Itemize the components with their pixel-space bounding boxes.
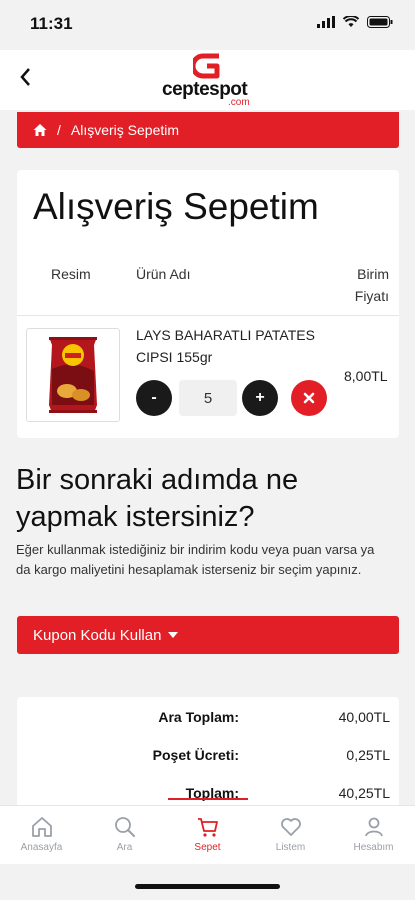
next-step-title: Bir sonraki adımda ne yapmak istersiniz? xyxy=(16,464,299,533)
status-time: 11:31 xyxy=(30,14,73,33)
product-name[interactable]: LAYS BAHARATLI PATATES CIPSI 155gr xyxy=(136,324,336,368)
decrement-label: - xyxy=(151,389,157,406)
chevron-left-icon xyxy=(20,68,30,86)
home-indicator xyxy=(135,884,280,889)
home-icon[interactable] xyxy=(33,123,47,137)
cart-card: Alışveriş Sepetim Resim Ürün Adı Birim F… xyxy=(17,170,399,438)
remove-item-button[interactable] xyxy=(291,380,327,416)
search-icon xyxy=(114,817,135,837)
wifi-icon xyxy=(343,16,359,27)
nav-label-search: Ara xyxy=(116,842,133,853)
nav-item-home[interactable]: Anasayfa xyxy=(0,806,83,864)
coupon-code-label: Kupon Kodu Kullan xyxy=(33,626,162,644)
heart-icon xyxy=(280,818,301,836)
coupon-code-button[interactable]: Kupon Kodu Kullan xyxy=(17,616,399,654)
nav-label-list: Listem xyxy=(275,842,306,853)
unit-price: 8,00TL xyxy=(344,368,388,384)
subtotal-label: Ara Toplam: xyxy=(158,709,239,725)
subtotal-value: 40,00TL xyxy=(338,709,390,725)
nav-label-home: Anasayfa xyxy=(20,842,63,853)
totals-card: Ara Toplam: 40,00TL Poşet Ücreti: 0,25TL… xyxy=(17,697,399,817)
product-image[interactable] xyxy=(26,328,120,422)
logo-subtext: .com xyxy=(228,97,250,108)
signal-icon xyxy=(317,16,335,28)
chips-bag-image xyxy=(49,337,97,413)
quantity-input[interactable] xyxy=(179,380,237,416)
column-header-product: Ürün Adı xyxy=(136,266,191,282)
increment-button[interactable]: + xyxy=(242,380,278,416)
user-icon xyxy=(364,817,383,837)
nav-item-search[interactable]: Ara xyxy=(83,806,166,864)
nav-item-cart[interactable]: Sepet xyxy=(166,806,249,864)
close-icon xyxy=(303,392,315,404)
status-bar: 11:31 xyxy=(0,0,415,50)
brand-logo[interactable]: ceptespot .com xyxy=(160,53,260,109)
column-header-price-line2: Fiyatı xyxy=(354,288,389,304)
breadcrumb-current: Alışveriş Sepetim xyxy=(70,122,180,138)
table-divider xyxy=(17,315,399,316)
nav-label-cart: Sepet xyxy=(194,842,221,853)
bag-fee-value: 0,25TL xyxy=(346,747,390,763)
cart-icon xyxy=(197,818,218,837)
bottom-nav: Anasayfa Ara Sepet Listem Hesabım xyxy=(0,805,415,864)
breadcrumb-separator: / xyxy=(57,122,61,138)
increment-label: + xyxy=(255,389,265,406)
back-button[interactable] xyxy=(18,64,32,94)
battery-icon xyxy=(367,16,393,28)
total-value: 40,25TL xyxy=(338,785,390,801)
column-header-price-line1: Birim xyxy=(357,266,389,282)
breadcrumb: / Alışveriş Sepetim xyxy=(17,112,399,148)
nav-item-list[interactable]: Listem xyxy=(249,806,332,864)
total-underline xyxy=(168,798,248,800)
column-header-image: Resim xyxy=(51,266,91,282)
status-icons xyxy=(317,16,393,28)
next-step-description: Eğer kullanmak istediğiniz bir indirim k… xyxy=(16,542,375,577)
logo-mark-icon xyxy=(193,53,220,79)
decrement-button[interactable]: - xyxy=(136,380,172,416)
page-title: Alışveriş Sepetim xyxy=(33,186,319,227)
caret-down-icon xyxy=(168,632,179,638)
nav-label-account: Hesabım xyxy=(353,842,394,853)
app-header: ceptespot .com xyxy=(0,50,415,110)
nav-item-account[interactable]: Hesabım xyxy=(332,806,415,864)
home-icon xyxy=(31,817,52,837)
bag-fee-label: Poşet Ücreti: xyxy=(152,747,239,763)
